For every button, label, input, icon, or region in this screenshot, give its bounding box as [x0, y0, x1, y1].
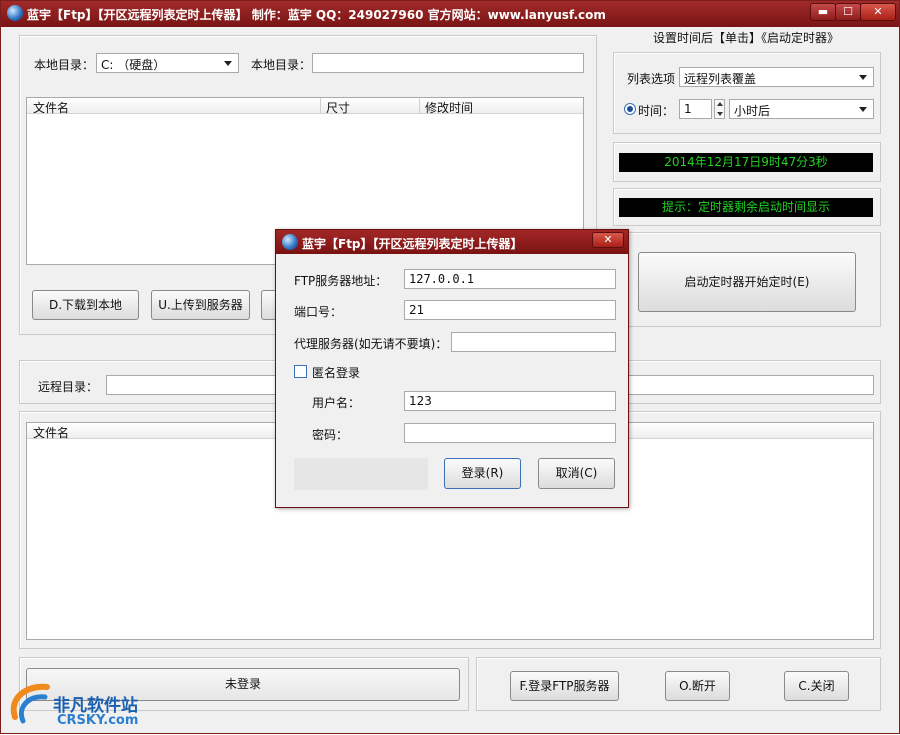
local-drive-label: 本地目录：: [34, 58, 95, 72]
timer-header: 设置时间后【单击】《启动定时器》: [653, 31, 840, 45]
col-size[interactable]: 尺寸: [326, 99, 350, 116]
chevron-down-icon: [859, 107, 867, 112]
download-button[interactable]: D.下载到本地: [32, 290, 139, 320]
close-window-button[interactable]: ✕: [860, 3, 896, 21]
title-bar[interactable]: 蓝宇【Ftp】【开区远程列表定时上传器】 制作：蓝宇 QQ：249027960 …: [1, 1, 899, 27]
proxy-input[interactable]: [451, 332, 616, 352]
dialog-login-button[interactable]: 登录(R): [444, 458, 521, 489]
spin-down-icon: [717, 112, 723, 116]
username-label: 用户名：: [312, 396, 361, 410]
drive-select[interactable]: C: （硬盘）: [96, 53, 239, 73]
anonymous-checkbox[interactable]: [294, 365, 307, 378]
main-window: 蓝宇【Ftp】【开区远程列表定时上传器】 制作：蓝宇 QQ：249027960 …: [0, 0, 900, 734]
col-filename[interactable]: 文件名: [33, 99, 69, 116]
port-label: 端口号：: [294, 305, 343, 319]
time-radio[interactable]: [624, 103, 636, 115]
local-dir-input[interactable]: [312, 53, 584, 73]
countdown-hint: 提示：定时器剩余启动时间显示: [619, 198, 873, 217]
server-input[interactable]: 127.0.0.1: [404, 269, 616, 289]
drive-select-value: C: （硬盘）: [101, 58, 166, 72]
time-label: 时间：: [638, 104, 675, 118]
col-modified[interactable]: 修改时间: [425, 99, 473, 116]
anonymous-label: 匿名登录: [312, 366, 361, 380]
local-list-header: 文件名 尺寸 修改时间: [27, 98, 583, 116]
dialog-spacer: [294, 458, 428, 490]
remote-dir-label: 远程目录：: [38, 380, 99, 394]
app-globe-icon: [7, 5, 23, 21]
local-dir-label: 本地目录：: [251, 58, 312, 72]
time-unit-select[interactable]: 小时后: [729, 99, 874, 119]
time-value-input[interactable]: 1: [679, 99, 712, 119]
dialog-close-button[interactable]: ✕: [592, 232, 624, 248]
username-input[interactable]: 123: [404, 391, 616, 411]
proxy-label: 代理服务器(如无请不要填)：: [294, 337, 448, 351]
login-ftp-button[interactable]: F.登录FTP服务器: [510, 671, 619, 701]
maximize-button[interactable]: ☐: [835, 3, 861, 21]
time-unit-value: 小时后: [734, 104, 771, 118]
crsky-watermark: 非凡软件站 CRSKY.com: [1, 677, 161, 735]
dialog-title: 蓝宇【Ftp】【开区远程列表定时上传器】: [302, 237, 523, 251]
port-input[interactable]: 21: [404, 300, 616, 320]
list-option-value: 远程列表覆盖: [684, 72, 757, 86]
password-label: 密码：: [312, 428, 349, 442]
watermark-en: CRSKY.com: [57, 713, 139, 728]
server-label: FTP服务器地址：: [294, 274, 388, 288]
time-spinner[interactable]: [714, 99, 725, 119]
disconnect-button[interactable]: O.断开: [665, 671, 730, 701]
upload-button[interactable]: U.上传到服务器: [151, 290, 250, 320]
dialog-globe-icon: [282, 234, 298, 250]
ftp-login-dialog: 蓝宇【Ftp】【开区远程列表定时上传器】 ✕ FTP服务器地址： 127.0.0…: [275, 229, 629, 508]
list-option-label: 列表选项: [627, 72, 676, 86]
col-remote-filename[interactable]: 文件名: [33, 424, 69, 441]
start-timer-button[interactable]: 启动定时器开始定时(E): [638, 252, 856, 312]
close-app-button[interactable]: C.关闭: [784, 671, 849, 701]
window-title: 蓝宇【Ftp】【开区远程列表定时上传器】 制作：蓝宇 QQ：249027960 …: [27, 8, 606, 22]
chevron-down-icon: [224, 61, 232, 66]
spin-up-icon: [717, 102, 723, 106]
minimize-button[interactable]: ▬: [810, 3, 836, 21]
chevron-down-icon: [859, 75, 867, 80]
dialog-title-bar[interactable]: 蓝宇【Ftp】【开区远程列表定时上传器】 ✕: [276, 230, 628, 254]
timer-options-panel: [613, 52, 881, 134]
dialog-cancel-button[interactable]: 取消(C): [538, 458, 615, 489]
password-input[interactable]: [404, 423, 616, 443]
list-option-select[interactable]: 远程列表覆盖: [679, 67, 874, 87]
datetime-display: 2014年12月17日9时47分3秒: [619, 153, 873, 172]
